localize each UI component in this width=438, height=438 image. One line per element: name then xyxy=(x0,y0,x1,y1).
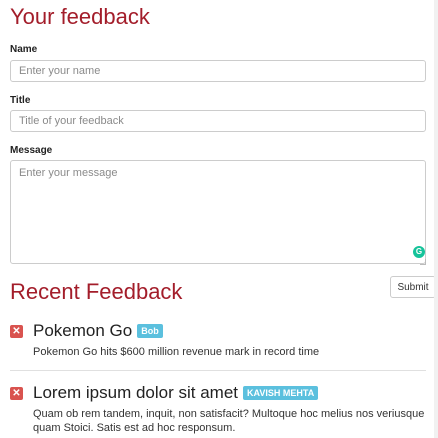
close-icon[interactable]: ✕ xyxy=(10,386,23,400)
author-badge: KAVISH MEHTA xyxy=(243,386,319,400)
form-heading: Your feedback xyxy=(10,4,150,29)
close-icon[interactable]: ✕ xyxy=(10,324,23,338)
feedback-item-header: ✕ Pokemon Go Bob xyxy=(10,321,426,341)
resize-handle-icon[interactable] xyxy=(420,259,426,265)
recent-heading: Recent Feedback xyxy=(10,279,183,304)
title-label: Title xyxy=(10,95,31,106)
grammarly-icon[interactable]: G xyxy=(413,246,425,258)
feedback-item-title: Lorem ipsum dolor sit amet xyxy=(33,383,239,402)
feedback-item: ✕ Pokemon Go Bob Pokemon Go hits $600 mi… xyxy=(10,321,426,359)
feedback-item-body: Pokemon Go hits $600 million revenue mar… xyxy=(33,346,320,358)
feedback-item-header: ✕ Lorem ipsum dolor sit amet KAVISH MEHT… xyxy=(10,383,426,403)
feedback-item: ✕ Lorem ipsum dolor sit amet KAVISH MEHT… xyxy=(10,383,426,435)
message-label: Message xyxy=(10,145,53,156)
name-label: Name xyxy=(10,44,38,55)
feedback-item-title: Pokemon Go xyxy=(33,321,133,340)
message-textarea[interactable] xyxy=(10,160,426,264)
submit-button[interactable]: Submit xyxy=(390,276,436,298)
feedback-item-body: Quam ob rem tandem, inquit, non satisfac… xyxy=(33,408,425,434)
name-input[interactable] xyxy=(10,60,426,82)
author-badge: Bob xyxy=(137,324,163,338)
title-input[interactable] xyxy=(10,110,426,132)
divider xyxy=(10,370,426,371)
scrollbar[interactable] xyxy=(434,0,438,438)
